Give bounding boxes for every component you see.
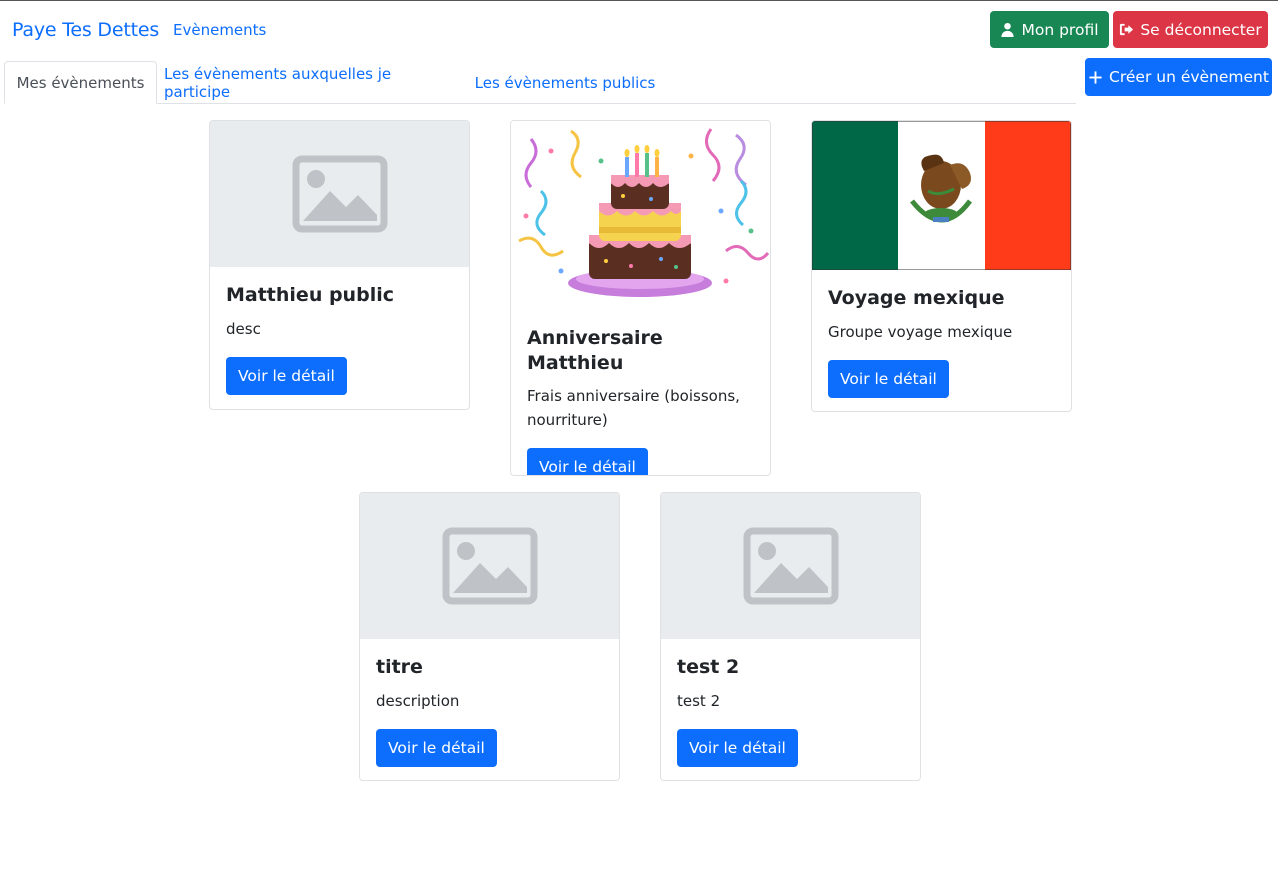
tab-my-events[interactable]: Mes évènements: [4, 61, 157, 104]
view-detail-button[interactable]: Voir le détail: [828, 359, 949, 398]
event-title: Voyage mexique: [828, 287, 1005, 309]
create-event-button-label: Créer un évènement: [1109, 68, 1269, 86]
view-detail-button[interactable]: Voir le détail: [226, 356, 347, 395]
event-tabs: Mes évènements Les évènements auxquelles…: [4, 61, 1076, 104]
profile-button-label: Mon profil: [1021, 20, 1099, 39]
event-card: Voyage mexique Groupe voyage mexique Voi…: [811, 120, 1072, 412]
image-placeholder-icon: [743, 527, 838, 605]
plus-icon: [1089, 70, 1102, 84]
event-card: Matthieu public desc Voir le détail: [209, 120, 470, 410]
event-title: test 2: [677, 656, 740, 678]
tab-participating-events[interactable]: Les évènements auxquelles je participe: [164, 61, 451, 104]
birthday-cake-image: [511, 121, 770, 303]
profile-button[interactable]: Mon profil: [990, 11, 1109, 48]
brand-link[interactable]: Paye Tes Dettes: [12, 19, 159, 41]
event-image-placeholder: [661, 493, 920, 639]
event-image-placeholder: [210, 121, 469, 267]
mexico-flag-image: [812, 121, 1071, 271]
event-description: Groupe voyage mexique: [828, 322, 1013, 341]
logout-button[interactable]: Se déconnecter: [1113, 11, 1268, 48]
event-card: Anniversaire Matthieu Frais anniversaire…: [510, 120, 771, 476]
sign-out-icon: [1120, 23, 1134, 36]
tab-public-events[interactable]: Les évènements publics: [470, 61, 660, 104]
navbar: Paye Tes Dettes Evènements Mon profil Se…: [0, 1, 1278, 96]
event-title: titre: [376, 656, 423, 678]
image-placeholder-icon: [442, 527, 537, 605]
event-description: desc: [226, 319, 261, 338]
view-detail-button[interactable]: Voir le détail: [376, 728, 497, 767]
logout-button-label: Se déconnecter: [1140, 20, 1262, 39]
event-title: Matthieu public: [226, 284, 394, 306]
user-icon: [1001, 22, 1015, 37]
view-detail-button[interactable]: Voir le détail: [677, 728, 798, 767]
event-image-placeholder: [360, 493, 619, 639]
event-title: Anniversaire Matthieu: [527, 327, 663, 374]
view-detail-button[interactable]: Voir le détail: [527, 448, 648, 475]
event-description: Frais anniversaire (boissons, nourriture…: [527, 387, 740, 430]
event-card: titre description Voir le détail: [359, 492, 620, 781]
event-card: test 2 test 2 Voir le détail: [660, 492, 921, 781]
image-placeholder-icon: [292, 155, 387, 233]
event-description: test 2: [677, 691, 721, 710]
create-event-button[interactable]: Créer un évènement: [1085, 58, 1272, 96]
nav-link-events[interactable]: Evènements: [173, 21, 266, 39]
event-description: description: [376, 691, 460, 710]
